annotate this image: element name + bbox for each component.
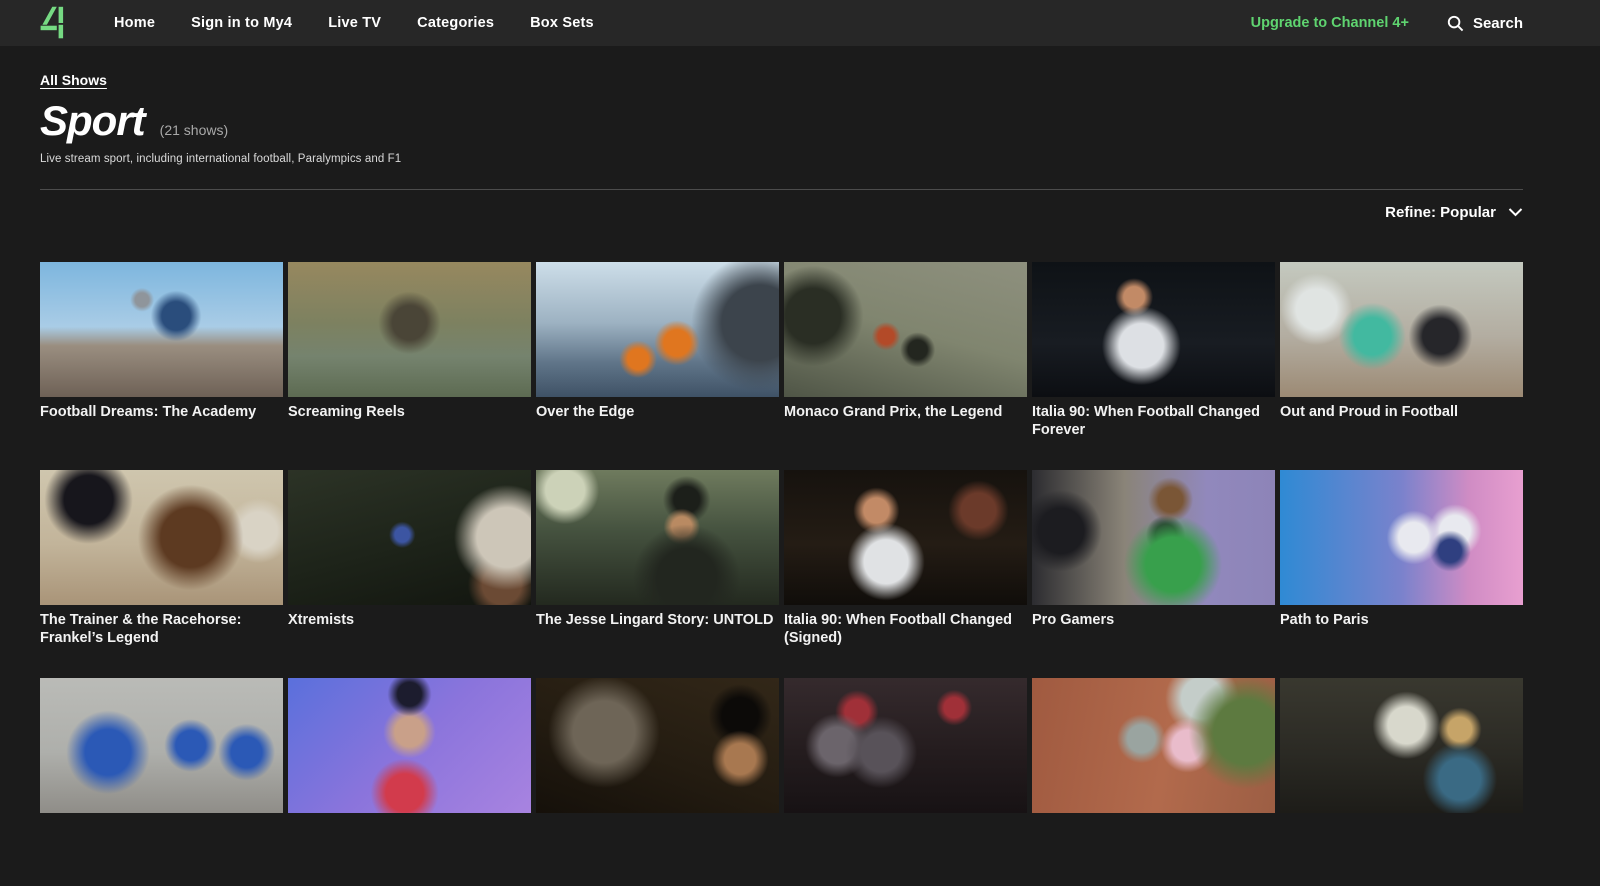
show-card[interactable]	[288, 678, 531, 886]
show-title: Italia 90: When Football Changed Forever	[1032, 397, 1275, 470]
show-card[interactable]: Screaming Reels	[288, 262, 531, 470]
page-description: Live stream sport, including internation…	[40, 153, 1523, 165]
refine-label: Refine: Popular	[1385, 204, 1496, 221]
nav-links: Home Sign in to My4 Live TV Categories Box S…	[114, 15, 594, 31]
upgrade-channel4-link[interactable]: Upgrade to Channel 4+	[1251, 15, 1409, 31]
show-thumbnail	[288, 678, 531, 813]
divider	[40, 189, 1523, 190]
show-thumbnail	[1032, 262, 1275, 397]
show-card[interactable]: Path to Paris	[1280, 470, 1523, 678]
show-card[interactable]: Football Dreams: The Academy	[40, 262, 283, 470]
show-thumbnail	[288, 470, 531, 605]
show-title	[1280, 813, 1523, 886]
show-thumbnail	[1280, 470, 1523, 605]
show-thumbnail	[784, 470, 1027, 605]
main-content: All Shows Sport (21 shows) Live stream s…	[0, 46, 1600, 886]
nav-item-categories[interactable]: Categories	[417, 15, 494, 31]
show-card[interactable]: Italia 90: When Football Changed Forever	[1032, 262, 1275, 470]
show-card[interactable]	[1032, 678, 1275, 886]
show-count: (21 shows)	[160, 122, 228, 138]
search-label: Search	[1473, 15, 1523, 32]
show-title: Xtremists	[288, 605, 531, 678]
nav-item-live-tv[interactable]: Live TV	[328, 15, 381, 31]
nav-right: Upgrade to Channel 4+ Search	[1251, 15, 1523, 32]
chevron-down-icon	[1508, 208, 1523, 217]
show-title	[536, 813, 779, 886]
top-nav: Home Sign in to My4 Live TV Categories Box S…	[0, 0, 1600, 46]
show-card[interactable]: Monaco Grand Prix, the Legend	[784, 262, 1027, 470]
search-icon	[1447, 15, 1464, 32]
show-title: The Trainer & the Racehorse: Frankel’s L…	[40, 605, 283, 678]
show-thumbnail	[40, 678, 283, 813]
show-thumbnail	[1032, 678, 1275, 813]
channel4-logo-icon	[40, 5, 70, 41]
show-card[interactable]: Italia 90: When Football Changed (Signed…	[784, 470, 1027, 678]
show-thumbnail	[288, 262, 531, 397]
show-card[interactable]: The Jesse Lingard Story: UNTOLD	[536, 470, 779, 678]
show-card[interactable]: Pro Gamers	[1032, 470, 1275, 678]
show-thumbnail	[784, 678, 1027, 813]
show-thumbnail	[1280, 262, 1523, 397]
show-title	[40, 813, 283, 886]
show-card[interactable]	[536, 678, 779, 886]
breadcrumb-all-shows[interactable]: All Shows	[40, 72, 107, 88]
nav-item-home[interactable]: Home	[114, 15, 155, 31]
show-card[interactable]: Xtremists	[288, 470, 531, 678]
search-button[interactable]: Search	[1447, 15, 1523, 32]
show-title: Out and Proud in Football	[1280, 397, 1523, 470]
show-title	[1032, 813, 1275, 886]
show-thumbnail	[40, 262, 283, 397]
show-title: Pro Gamers	[1032, 605, 1275, 678]
show-title	[784, 813, 1027, 886]
show-thumbnail	[40, 470, 283, 605]
nav-item-box-sets[interactable]: Box Sets	[530, 15, 594, 31]
show-title: Football Dreams: The Academy	[40, 397, 283, 470]
show-thumbnail	[536, 678, 779, 813]
show-card[interactable]	[1280, 678, 1523, 886]
show-card[interactable]: The Trainer & the Racehorse: Frankel’s L…	[40, 470, 283, 678]
show-card[interactable]: Out and Proud in Football	[1280, 262, 1523, 470]
page-title: Sport	[40, 98, 145, 144]
show-title: The Jesse Lingard Story: UNTOLD	[536, 605, 779, 678]
show-title: Italia 90: When Football Changed (Signed…	[784, 605, 1027, 678]
show-thumbnail	[1280, 678, 1523, 813]
show-title: Path to Paris	[1280, 605, 1523, 678]
shows-grid: Football Dreams: The AcademyScreaming Re…	[40, 262, 1523, 886]
show-title: Over the Edge	[536, 397, 779, 470]
show-thumbnail	[536, 470, 779, 605]
show-title	[288, 813, 531, 886]
nav-item-sign-in-to-my4[interactable]: Sign in to My4	[191, 15, 292, 31]
show-title: Screaming Reels	[288, 397, 531, 470]
show-card[interactable]	[40, 678, 283, 886]
show-thumbnail	[536, 262, 779, 397]
title-row: Sport (21 shows)	[40, 98, 1523, 144]
show-title: Monaco Grand Prix, the Legend	[784, 397, 1027, 470]
show-thumbnail	[784, 262, 1027, 397]
channel4-logo[interactable]	[40, 5, 70, 41]
refine-dropdown[interactable]: Refine: Popular	[40, 204, 1523, 221]
show-card[interactable]	[784, 678, 1027, 886]
show-card[interactable]: Over the Edge	[536, 262, 779, 470]
show-thumbnail	[1032, 470, 1275, 605]
